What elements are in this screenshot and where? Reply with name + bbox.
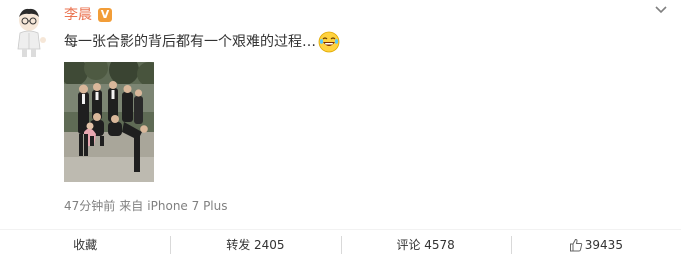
post-text: 每一张合影的背后都有一个艰难的过程… [64,34,316,50]
verified-badge: V [98,8,112,22]
action-bar: 收藏 转发 2405 评论 4578 39435 [0,229,681,258]
post-time[interactable]: 47分钟前 [64,199,115,213]
post-text-row: 每一张合影的背后都有一个艰难的过程… [64,31,340,53]
laughing-tears-emoji-icon [318,31,340,53]
repost-button[interactable]: 转发 2405 [170,230,340,258]
weibo-post-card: 李晨 V 每一张合影的背后都有一个艰难的过程… 47分钟前 来自 iPhone … [0,0,681,258]
chevron-down-icon[interactable] [653,2,669,16]
repost-label: 转发 2405 [226,238,285,252]
favorite-button[interactable]: 收藏 [0,230,170,258]
comment-label: 评论 4578 [396,238,455,252]
comment-button[interactable]: 评论 4578 [340,230,511,258]
favorite-label: 收藏 [73,238,98,252]
post-meta: 47分钟前 来自 iPhone 7 Plus [64,199,228,213]
source-prefix: 来自 [119,199,144,213]
thumbs-up-icon [569,238,583,252]
group-photo[interactable] [64,62,154,182]
avatar[interactable] [8,7,50,59]
post-source[interactable]: iPhone 7 Plus [147,199,227,213]
like-button[interactable]: 39435 [510,230,681,258]
user-name[interactable]: 李晨 [64,5,92,25]
name-row: 李晨 V [64,5,112,25]
like-inner: 39435 [569,238,623,252]
like-count: 39435 [584,237,623,252]
